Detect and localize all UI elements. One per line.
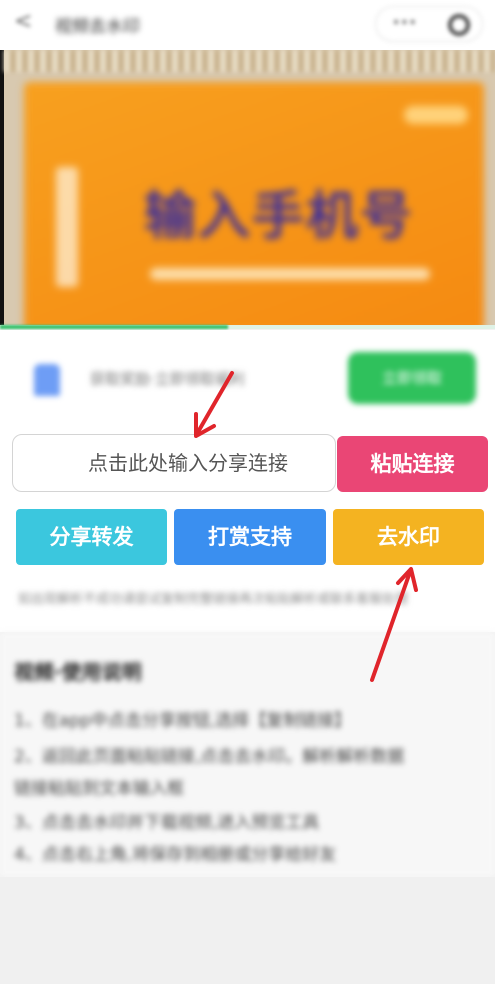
top-bar: < 视频去水印 ••• [0,0,495,50]
help-section: 视频·使用说明 1、在app中点击分享按钮,选择【复制链接】 2、返回此页面粘贴… [0,632,495,877]
usage-note: 如出现解析不成功请尝试复制完整链接再次粘贴解析或联系客服处理 [18,592,409,607]
paste-link-button[interactable]: 粘贴连接 [337,436,488,492]
help-heading: 视频·使用说明 [14,660,142,684]
help-line: 3、点击去水印并下载视频,进入预览工具 [14,813,320,833]
help-line: 1、在app中点击分享按钮,选择【复制链接】 [14,711,352,731]
gift-icon [34,364,60,396]
link-form: 点击此处输入分享连接 粘贴连接 分享转发 打赏支持 去水印 如出现解析不成功请尝… [0,422,495,632]
share-link-input[interactable]: 点击此处输入分享连接 [12,434,336,492]
share-button[interactable]: 分享转发 [16,509,167,565]
close-icon[interactable] [448,14,470,36]
back-icon[interactable]: < [14,9,32,34]
banner-headline: 输入手机号 [144,187,415,247]
remove-watermark-button[interactable]: 去水印 [333,509,484,565]
progress-bar [0,325,495,329]
progress-fill [0,325,228,329]
help-line: 4、点击右上角,将保存到相册或分享给好友 [14,845,337,865]
info-text: 获取奖励·立即领取福利 [90,370,245,388]
mini-program-capsule[interactable]: ••• [375,6,483,42]
page-title: 视频去水印 [55,17,140,37]
banner-badge [404,106,468,124]
claim-button[interactable]: 立即领取 [348,352,476,404]
help-line: 2、返回此页面粘贴链接,点击去水印。解析解析数据 [14,747,405,767]
banner-ad[interactable]: 输入手机号 [24,82,484,325]
reward-button[interactable]: 打赏支持 [174,509,326,565]
banner-vertical-label [56,167,78,287]
info-row: 获取奖励·立即领取福利 立即领取 [0,330,495,422]
page-footer-space [0,877,495,984]
left-edge-bar [0,50,4,325]
banner-subtitle [150,268,430,280]
banner-area: 输入手机号 [0,50,495,325]
help-line: 链接粘贴到文本输入框 [14,779,184,799]
more-icon[interactable]: ••• [392,15,417,31]
banner-stripes [4,50,495,72]
